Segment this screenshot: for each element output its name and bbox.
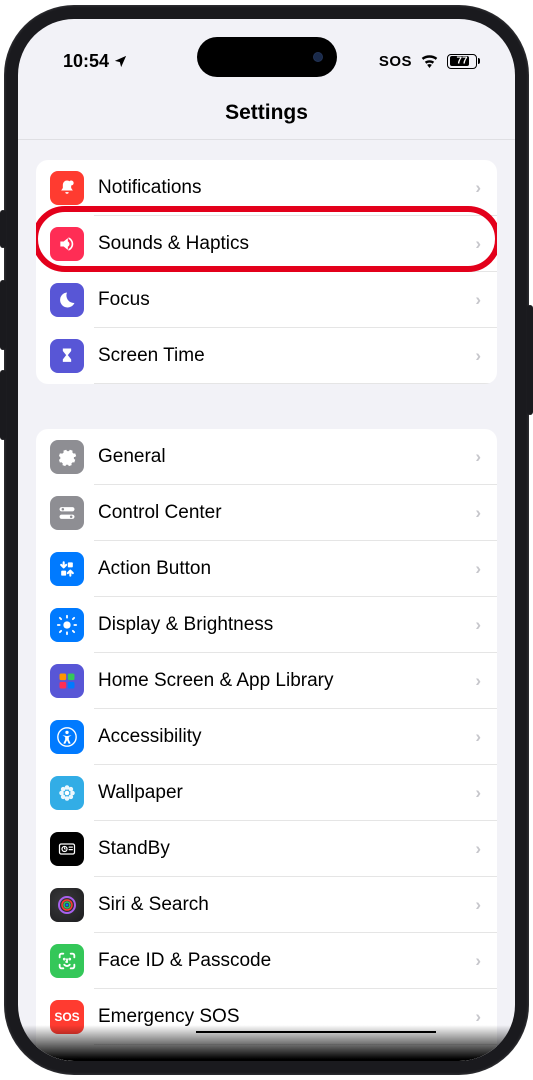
row-action-button[interactable]: Action Button ›	[36, 541, 497, 597]
row-notifications[interactable]: Notifications ›	[36, 160, 497, 216]
status-right: SOS 77	[379, 53, 480, 70]
row-label: StandBy	[98, 838, 475, 860]
grid-icon	[50, 664, 84, 698]
chevron-right-icon: ›	[475, 503, 481, 523]
chevron-right-icon: ›	[475, 559, 481, 579]
action-icon	[50, 552, 84, 586]
row-face-id[interactable]: Face ID & Passcode ›	[36, 933, 497, 989]
row-label: Action Button	[98, 558, 475, 580]
row-home-screen[interactable]: Home Screen & App Library ›	[36, 653, 497, 709]
side-button	[0, 280, 6, 350]
clock-icon	[50, 832, 84, 866]
status-left: 10:54	[63, 51, 128, 72]
chevron-right-icon: ›	[475, 1007, 481, 1027]
gear-icon	[50, 440, 84, 474]
status-time: 10:54	[63, 51, 109, 72]
chevron-right-icon: ›	[475, 727, 481, 747]
battery-indicator: 77	[447, 54, 480, 69]
row-display-brightness[interactable]: Display & Brightness ›	[36, 597, 497, 653]
sos-label: SOS	[379, 53, 412, 70]
row-label: Control Center	[98, 502, 475, 524]
moon-icon	[50, 283, 84, 317]
row-label: Display & Brightness	[98, 614, 475, 636]
row-label: Screen Time	[98, 345, 475, 367]
side-button	[0, 370, 6, 440]
row-label: General	[98, 446, 475, 468]
row-sounds-haptics[interactable]: Sounds & Haptics ›	[36, 216, 497, 272]
row-control-center[interactable]: Control Center ›	[36, 485, 497, 541]
sun-icon	[50, 608, 84, 642]
speaker-icon	[50, 227, 84, 261]
chevron-right-icon: ›	[475, 178, 481, 198]
title-bar: Settings	[18, 81, 515, 140]
settings-group-2: General › Control Center › Action Button…	[36, 429, 497, 1061]
accessibility-icon	[50, 720, 84, 754]
row-standby[interactable]: StandBy ›	[36, 821, 497, 877]
row-label: Accessibility	[98, 726, 475, 748]
phone-frame: 10:54 SOS 77 Settings	[4, 5, 529, 1075]
row-label: Notifications	[98, 177, 475, 199]
row-label: Emergency SOS	[98, 1006, 475, 1028]
row-label: Siri & Search	[98, 894, 475, 916]
camera-dot	[313, 52, 323, 62]
row-accessibility[interactable]: Accessibility ›	[36, 709, 497, 765]
chevron-right-icon: ›	[475, 615, 481, 635]
row-label: Face ID & Passcode	[98, 950, 475, 972]
chevron-right-icon: ›	[475, 671, 481, 691]
hourglass-icon	[50, 339, 84, 373]
wifi-icon	[420, 54, 439, 68]
chevron-right-icon: ›	[475, 290, 481, 310]
row-general[interactable]: General ›	[36, 429, 497, 485]
flower-icon	[50, 776, 84, 810]
chevron-right-icon: ›	[475, 346, 481, 366]
chevron-right-icon: ›	[475, 447, 481, 467]
bell-badge-icon	[50, 171, 84, 205]
chevron-right-icon: ›	[475, 839, 481, 859]
row-emergency-sos[interactable]: SOS Emergency SOS ›	[36, 989, 497, 1045]
row-exposure-notifications[interactable]: Exposure Notifications ›	[36, 1045, 497, 1061]
content[interactable]: Notifications › Sounds & Haptics › Focus…	[18, 140, 515, 1061]
sos-icon: SOS	[50, 1000, 84, 1034]
chevron-right-icon: ›	[475, 783, 481, 803]
row-siri-search[interactable]: Siri & Search ›	[36, 877, 497, 933]
siri-icon	[50, 888, 84, 922]
face-icon	[50, 944, 84, 978]
row-screen-time[interactable]: Screen Time ›	[36, 328, 497, 384]
battery-percent: 77	[456, 56, 467, 67]
row-label: Focus	[98, 289, 475, 311]
screen: 10:54 SOS 77 Settings	[18, 19, 515, 1061]
row-label: Home Screen & App Library	[98, 670, 475, 692]
page-title: Settings	[18, 101, 515, 125]
location-icon	[113, 54, 128, 69]
chevron-right-icon: ›	[475, 951, 481, 971]
row-label: Sounds & Haptics	[98, 233, 475, 255]
dynamic-island	[197, 37, 337, 77]
chevron-right-icon: ›	[475, 234, 481, 254]
side-button	[0, 210, 6, 248]
exposure-icon	[50, 1056, 84, 1061]
chevron-right-icon: ›	[475, 895, 481, 915]
strikethrough-annotation	[196, 1031, 436, 1033]
side-button	[527, 305, 533, 415]
row-wallpaper[interactable]: Wallpaper ›	[36, 765, 497, 821]
switches-icon	[50, 496, 84, 530]
row-label: Wallpaper	[98, 782, 475, 804]
settings-group-1: Notifications › Sounds & Haptics › Focus…	[36, 160, 497, 384]
row-focus[interactable]: Focus ›	[36, 272, 497, 328]
